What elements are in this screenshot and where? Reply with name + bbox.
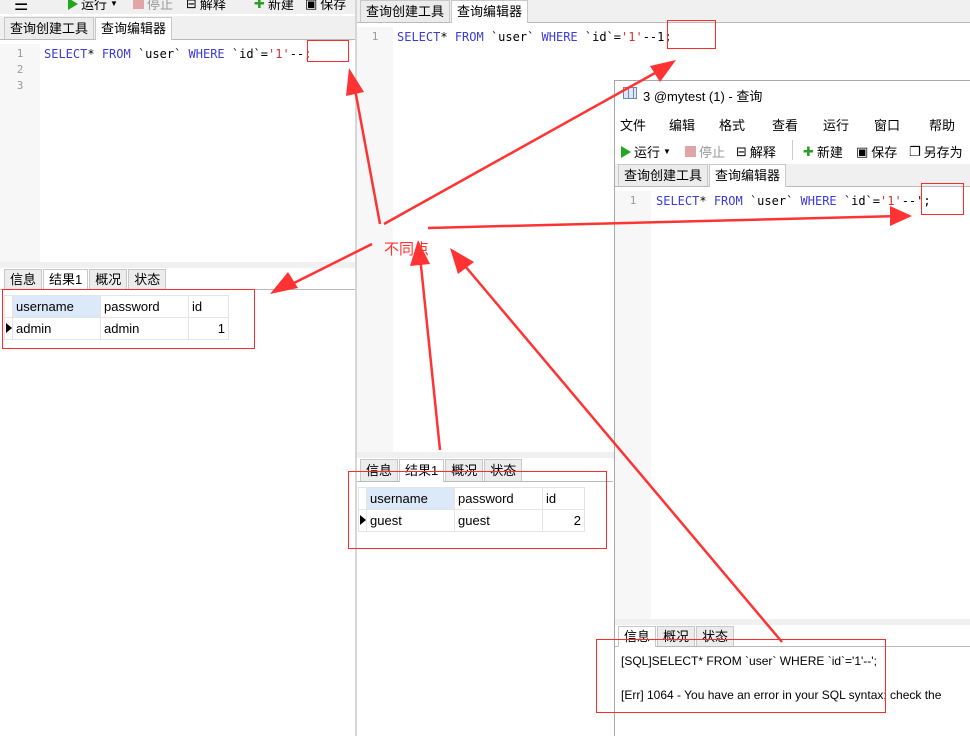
annotation-label: 不同点 bbox=[384, 241, 430, 258]
annotation-arrows bbox=[270, 60, 912, 643]
